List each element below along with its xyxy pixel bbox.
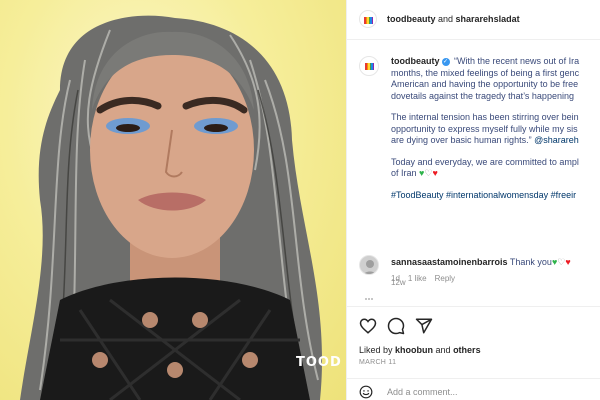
emoji-smile-icon[interactable] <box>359 385 373 399</box>
portrait-illustration <box>20 15 323 400</box>
liked-by-line: Liked by khoobun and others <box>359 345 481 355</box>
red-heart-icon: ♥ <box>432 168 438 178</box>
caption-text: toodbeauty ✓ “With the recent news out of… <box>391 56 600 211</box>
caption-avatar[interactable] <box>359 56 379 76</box>
brand-watermark: TOOD <box>296 355 342 370</box>
like-heart-icon[interactable] <box>359 317 377 335</box>
post-header: toodbeauty and shararehsladat <box>347 0 600 40</box>
owner-username-link[interactable]: toodbeauty <box>387 14 436 24</box>
comment-likes[interactable]: 1 like <box>408 274 427 283</box>
reply-button[interactable]: Reply <box>435 274 455 283</box>
caption-username[interactable]: toodbeauty <box>391 56 440 66</box>
caption-p3-line-1: Today and everyday, we are committed to … <box>391 156 579 167</box>
collaborator-name-part2: sladat <box>493 14 520 24</box>
more-comments-indicator[interactable] <box>365 298 373 300</box>
caption-p2-line-3: are dying over basic human rights.” <box>391 135 532 145</box>
share-send-icon[interactable] <box>415 317 433 335</box>
comment-meta: 1d 1 like Reply <box>391 274 463 283</box>
hashtags-link[interactable]: #ToodBeauty #internationalwomensday #fre… <box>391 190 576 200</box>
red-heart-icon: ♥ <box>565 257 571 267</box>
commenter-username[interactable]: sannasaastamoinenbarrois <box>391 257 508 267</box>
action-bar <box>347 306 600 342</box>
rainbow-logo-icon <box>365 63 374 70</box>
caption-line-1: “With the recent news out of Ira <box>454 56 580 66</box>
post-photo[interactable]: TOOD <box>0 0 346 400</box>
commenter-photo-icon <box>360 256 378 274</box>
caption-p3-line-2: of Iran <box>391 168 417 178</box>
caption-line-4: dovetails against the tragedy that’s hap… <box>391 90 574 101</box>
add-comment-bar: Add a comment... <box>347 378 600 400</box>
owner-avatar[interactable] <box>359 10 377 28</box>
comment-body: Thank you <box>509 257 552 267</box>
rainbow-logo-icon <box>364 17 373 24</box>
mention-link[interactable]: @sharareh <box>534 135 579 145</box>
caption-line-3: American and having the opportunity to b… <box>391 79 579 89</box>
collaborator-username-link[interactable]: shararehsladat <box>456 14 520 24</box>
comment-text: sannasaastamoinenbarrois Thank you♥♡♥ <box>391 257 571 268</box>
collaborator-name-part1: sharareh <box>455 14 494 24</box>
verified-badge-icon: ✓ <box>441 57 450 66</box>
liked-by-user-link[interactable]: khoobun <box>395 345 433 355</box>
comment-time: 1d <box>391 274 400 283</box>
post-owner-line: toodbeauty and shararehsladat <box>387 14 520 24</box>
liked-by-others-link[interactable]: others <box>453 345 481 355</box>
add-comment-input[interactable]: Add a comment... <box>387 387 458 397</box>
post-panel: toodbeauty and shararehsladat toodbeauty… <box>346 0 600 400</box>
commenter-avatar[interactable] <box>359 255 379 275</box>
caption-line-2: months, the mixed feelings of being a fi… <box>391 67 580 78</box>
liked-by-prefix: Liked by <box>359 345 396 355</box>
caption-p2-line-2: opportunity to express myself fully whil… <box>391 123 578 134</box>
and-text: and <box>435 14 456 24</box>
comment-bubble-icon[interactable] <box>387 317 405 335</box>
post-date[interactable]: MARCH 11 <box>359 359 396 366</box>
caption-p2-line-1: The internal tension has been stirring o… <box>391 112 579 122</box>
liked-by-suffix: and <box>433 345 454 355</box>
comment-row: sannasaastamoinenbarrois Thank you♥♡♥ 1d… <box>347 252 600 288</box>
